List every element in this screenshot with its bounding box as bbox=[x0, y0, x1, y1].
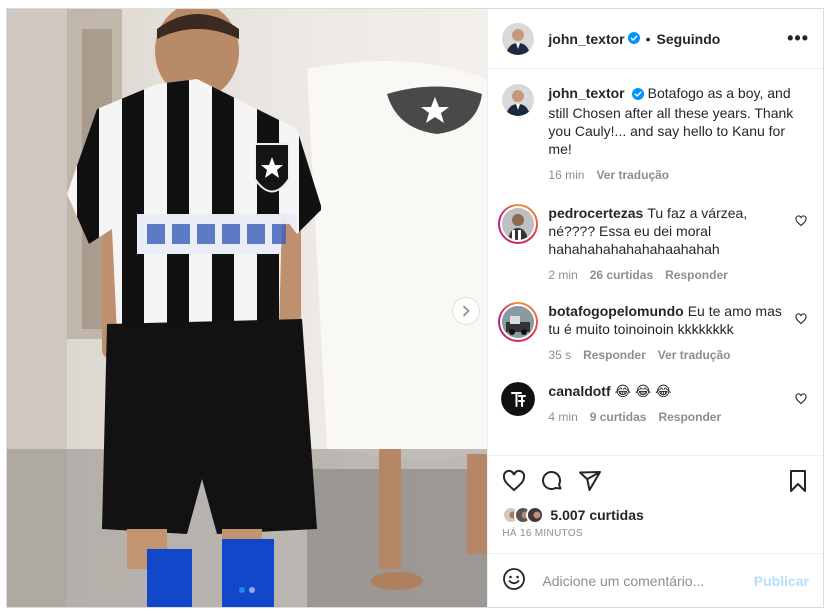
comment-row: botafogopelomundo Eu te amo mas tu é muit… bbox=[498, 302, 809, 364]
comment-text: 😂 😂 😂 bbox=[614, 383, 672, 399]
action-icons bbox=[502, 468, 809, 496]
comment-bubble-icon[interactable] bbox=[540, 469, 564, 496]
author-username[interactable]: john_textor bbox=[548, 31, 624, 47]
post-side-panel: john_textor • Seguindo ••• john_textor Bo… bbox=[487, 9, 823, 607]
caption-avatar[interactable] bbox=[502, 84, 535, 116]
following-button[interactable]: Seguindo bbox=[657, 31, 721, 47]
reply-button[interactable]: Responder bbox=[583, 346, 646, 364]
carousel-next-button[interactable] bbox=[452, 297, 480, 325]
post-dialog: john_textor • Seguindo ••• john_textor Bo… bbox=[6, 8, 824, 608]
post-media[interactable] bbox=[7, 9, 488, 607]
comment-avatar[interactable] bbox=[498, 302, 539, 342]
add-comment-bar: Publicar bbox=[488, 553, 823, 607]
caption-meta: 16 min Ver tradução bbox=[548, 166, 809, 184]
comment-meta: 4 min 9 curtidas Responder bbox=[548, 408, 791, 426]
reply-button[interactable]: Responder bbox=[665, 266, 728, 284]
like-comment-heart-icon[interactable] bbox=[795, 214, 807, 230]
comments-list[interactable]: john_textor Botafogo as a boy, and still … bbox=[488, 70, 823, 455]
comment-time: 4 min bbox=[548, 410, 578, 424]
comment-username[interactable]: botafogopelomundo bbox=[548, 303, 683, 319]
author-avatar[interactable] bbox=[502, 22, 535, 55]
like-comment-heart-icon[interactable] bbox=[795, 392, 807, 408]
header-separator: • bbox=[645, 30, 651, 47]
comment-meta: 2 min 26 curtidas Responder bbox=[548, 266, 791, 284]
comment-time: 2 min bbox=[548, 268, 578, 282]
carousel-dot-active bbox=[239, 587, 245, 593]
caption-text-block: john_textor Botafogo as a boy, and still … bbox=[548, 84, 809, 184]
caption-translate-link[interactable]: Ver tradução bbox=[596, 166, 669, 184]
comment-time: 35 s bbox=[548, 348, 572, 362]
comment-likes[interactable]: 9 curtidas bbox=[590, 408, 647, 426]
post-timestamp: HÁ 16 MINUTOS bbox=[502, 528, 583, 539]
comment-text-block: pedrocertezas Tu faz a várzea, né???? Ess… bbox=[548, 204, 809, 284]
carousel-dot bbox=[249, 587, 255, 593]
verified-badge-icon bbox=[627, 31, 640, 47]
comment-text-block: canaldotf 😂 😂 😂 4 min 9 curtidas Responde… bbox=[548, 382, 809, 426]
comment-input[interactable] bbox=[542, 572, 754, 589]
liker-avatars[interactable] bbox=[502, 506, 545, 524]
comment-avatar[interactable] bbox=[501, 382, 536, 416]
comment-translate-link[interactable]: Ver tradução bbox=[658, 346, 731, 364]
post-actions: 5.007 curtidas HÁ 16 MINUTOS bbox=[488, 455, 823, 539]
comment-username[interactable]: canaldotf bbox=[548, 383, 610, 399]
save-bookmark-icon[interactable] bbox=[787, 469, 809, 496]
liker-avatar bbox=[526, 506, 545, 524]
comment-row: canaldotf 😂 😂 😂 4 min 9 curtidas Responde… bbox=[501, 382, 809, 426]
post-header: john_textor • Seguindo ••• bbox=[488, 9, 823, 69]
carousel-indicator bbox=[239, 587, 255, 593]
comment-meta: 35 s Responder Ver tradução bbox=[548, 346, 791, 364]
comment-row: pedrocertezas Tu faz a várzea, né???? Ess… bbox=[498, 204, 809, 284]
more-options-icon[interactable]: ••• bbox=[787, 28, 809, 49]
caption-time: 16 min bbox=[548, 168, 585, 182]
share-paper-plane-icon[interactable] bbox=[578, 469, 602, 496]
like-comment-heart-icon[interactable] bbox=[795, 312, 807, 328]
likes-summary: 5.007 curtidas bbox=[502, 506, 809, 524]
likes-count[interactable]: 5.007 curtidas bbox=[550, 507, 643, 523]
reply-button[interactable]: Responder bbox=[658, 408, 721, 426]
post-photo bbox=[7, 9, 488, 607]
chevron-right-icon bbox=[463, 305, 470, 317]
like-heart-icon[interactable] bbox=[502, 469, 526, 496]
comment-avatar[interactable] bbox=[498, 204, 539, 244]
comment-text-block: botafogopelomundo Eu te amo mas tu é muit… bbox=[548, 302, 809, 364]
comment-username[interactable]: pedrocertezas bbox=[548, 205, 643, 221]
emoji-icon[interactable] bbox=[502, 567, 526, 594]
comment-likes[interactable]: 26 curtidas bbox=[590, 266, 653, 284]
verified-badge-icon bbox=[631, 86, 644, 104]
caption-username[interactable]: john_textor bbox=[548, 85, 624, 101]
caption-row: john_textor Botafogo as a boy, and still … bbox=[502, 84, 809, 184]
publish-button[interactable]: Publicar bbox=[754, 573, 809, 589]
